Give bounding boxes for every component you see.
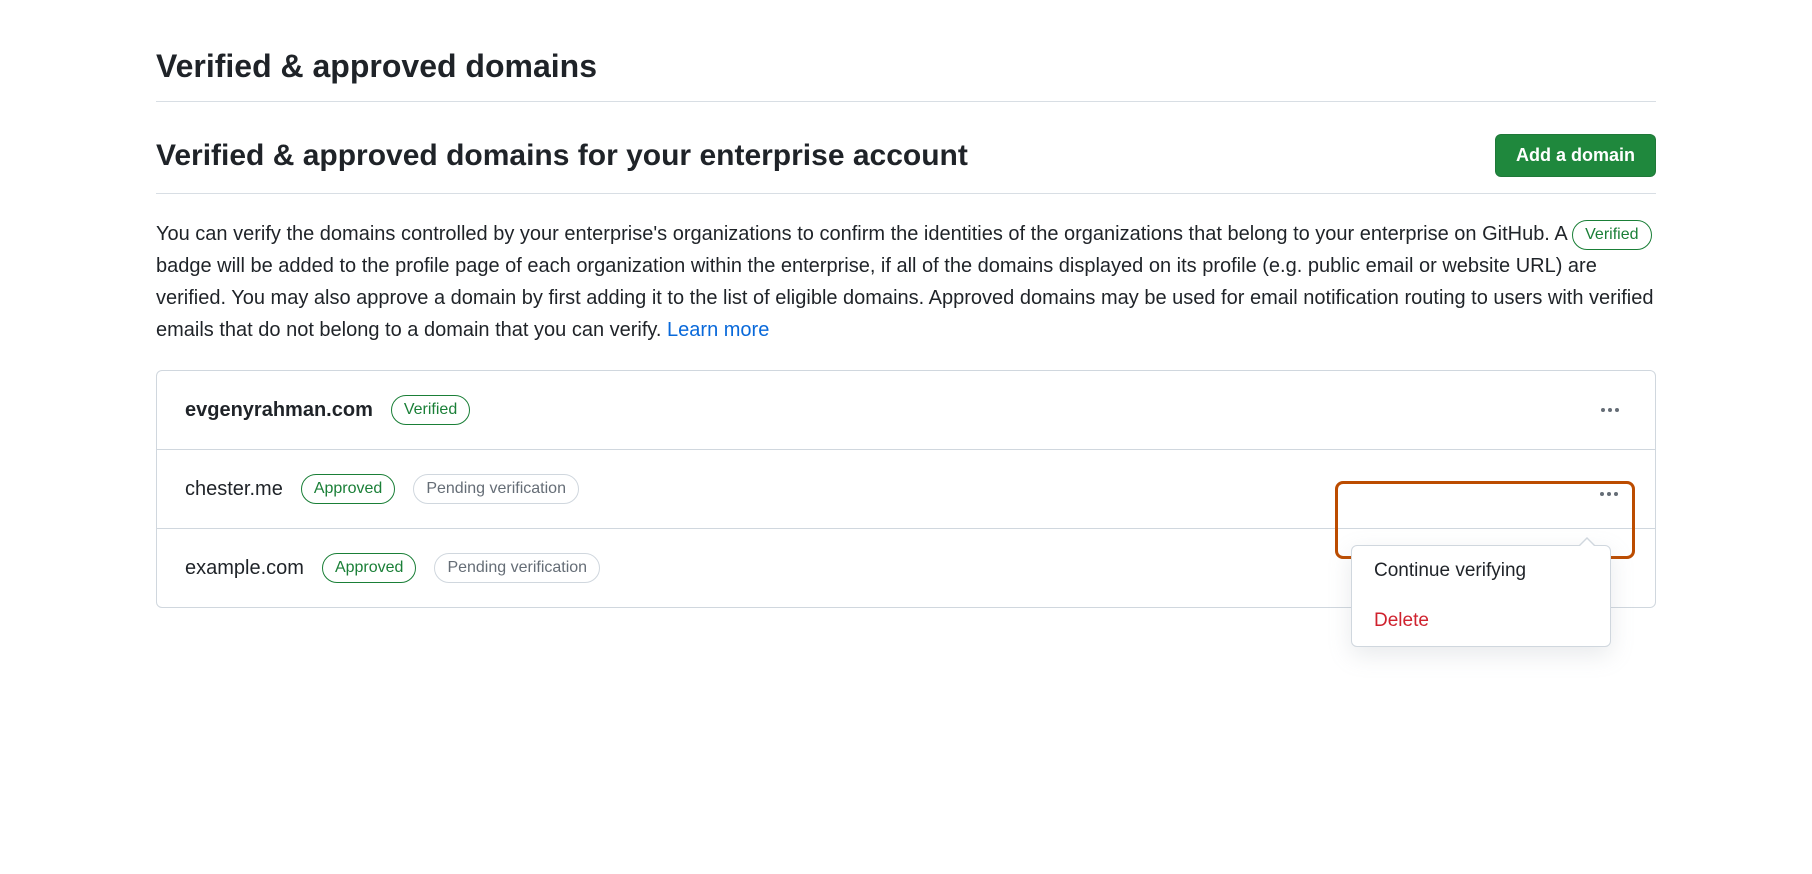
domain-name: example.com bbox=[185, 557, 304, 580]
kebab-icon bbox=[1608, 408, 1612, 412]
status-badge-pending: Pending verification bbox=[413, 474, 579, 504]
domain-row-left: example.com Approved Pending verificatio… bbox=[185, 553, 600, 583]
description-text: You can verify the domains controlled by… bbox=[156, 218, 1656, 346]
status-badge-approved: Approved bbox=[301, 474, 396, 504]
continue-verifying-action[interactable]: Continue verifying bbox=[1352, 546, 1610, 596]
domain-name: evgenyrahman.com bbox=[185, 399, 373, 422]
domain-list: evgenyrahman.com Verified chester.me App… bbox=[156, 370, 1656, 608]
description-part-2: badge will be added to the profile page … bbox=[156, 255, 1653, 341]
kebab-icon bbox=[1615, 408, 1619, 412]
kebab-icon bbox=[1614, 492, 1618, 496]
domain-row-left: chester.me Approved Pending verification bbox=[185, 474, 579, 504]
learn-more-link[interactable]: Learn more bbox=[667, 319, 769, 341]
verified-badge-inline: Verified bbox=[1572, 220, 1651, 250]
domain-row: chester.me Approved Pending verification… bbox=[157, 450, 1655, 529]
kebab-icon bbox=[1601, 408, 1605, 412]
domain-actions-dropdown: Continue verifying Delete bbox=[1351, 545, 1611, 647]
domain-name: chester.me bbox=[185, 478, 283, 501]
page-title: Verified & approved domains bbox=[156, 48, 1656, 102]
add-domain-button[interactable]: Add a domain bbox=[1495, 134, 1656, 177]
delete-domain-action[interactable]: Delete bbox=[1352, 596, 1610, 646]
domain-row-left: evgenyrahman.com Verified bbox=[185, 395, 470, 425]
status-badge-approved: Approved bbox=[322, 553, 417, 583]
domain-row: evgenyrahman.com Verified bbox=[157, 371, 1655, 450]
status-badge-pending: Pending verification bbox=[434, 553, 600, 583]
kebab-menu-button[interactable] bbox=[1593, 404, 1627, 416]
kebab-menu-button[interactable] bbox=[1592, 488, 1626, 500]
description-part-1: You can verify the domains controlled by… bbox=[156, 223, 1572, 245]
status-badge-verified: Verified bbox=[391, 395, 470, 425]
section-header: Verified & approved domains for your ent… bbox=[156, 134, 1656, 194]
kebab-icon bbox=[1607, 492, 1611, 496]
kebab-icon bbox=[1600, 492, 1604, 496]
section-title: Verified & approved domains for your ent… bbox=[156, 139, 968, 173]
